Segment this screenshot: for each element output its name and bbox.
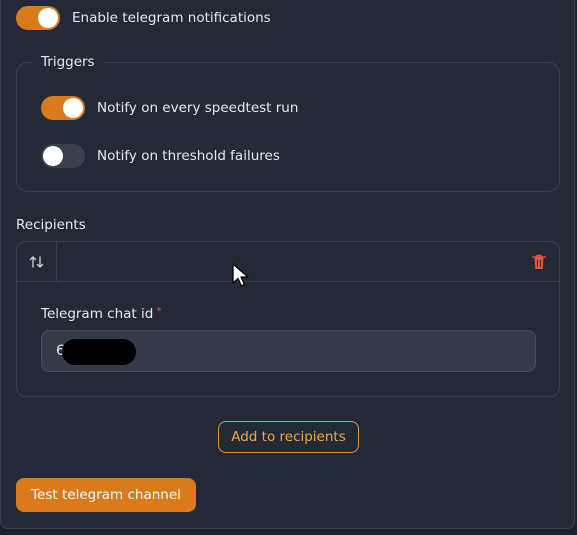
toggle-knob bbox=[63, 98, 83, 118]
notify-threshold-toggle[interactable] bbox=[41, 144, 85, 168]
notify-every-run-toggle[interactable] bbox=[41, 96, 85, 120]
redaction-mark bbox=[62, 339, 136, 365]
test-telegram-button[interactable]: Test telegram channel bbox=[16, 478, 196, 512]
required-asterisk: * bbox=[156, 306, 162, 317]
recipients-label: Recipients bbox=[16, 217, 86, 233]
triggers-fieldset: Triggers bbox=[16, 54, 560, 192]
triggers-legend: Triggers bbox=[33, 54, 103, 70]
notify-threshold-label: Notify on threshold failures bbox=[97, 148, 280, 164]
notify-every-run-label: Notify on every speedtest run bbox=[97, 100, 299, 116]
trash-icon[interactable] bbox=[531, 253, 547, 271]
recipient-item: Telegram chat id* 6 7 bbox=[16, 241, 560, 397]
mouse-cursor-icon bbox=[232, 263, 249, 287]
chat-id-label: Telegram chat id * bbox=[41, 306, 161, 322]
reorder-arrows-icon bbox=[29, 256, 43, 268]
toggle-knob bbox=[38, 8, 58, 28]
enable-telegram-toggle[interactable] bbox=[16, 6, 60, 30]
toggle-knob bbox=[43, 146, 63, 166]
enable-telegram-label: Enable telegram notifications bbox=[72, 10, 271, 26]
add-to-recipients-button[interactable]: Add to recipients bbox=[218, 421, 359, 453]
reorder-handle[interactable] bbox=[17, 242, 57, 282]
chat-id-label-text: Telegram chat id bbox=[41, 306, 154, 322]
recipient-item-header bbox=[17, 242, 559, 282]
